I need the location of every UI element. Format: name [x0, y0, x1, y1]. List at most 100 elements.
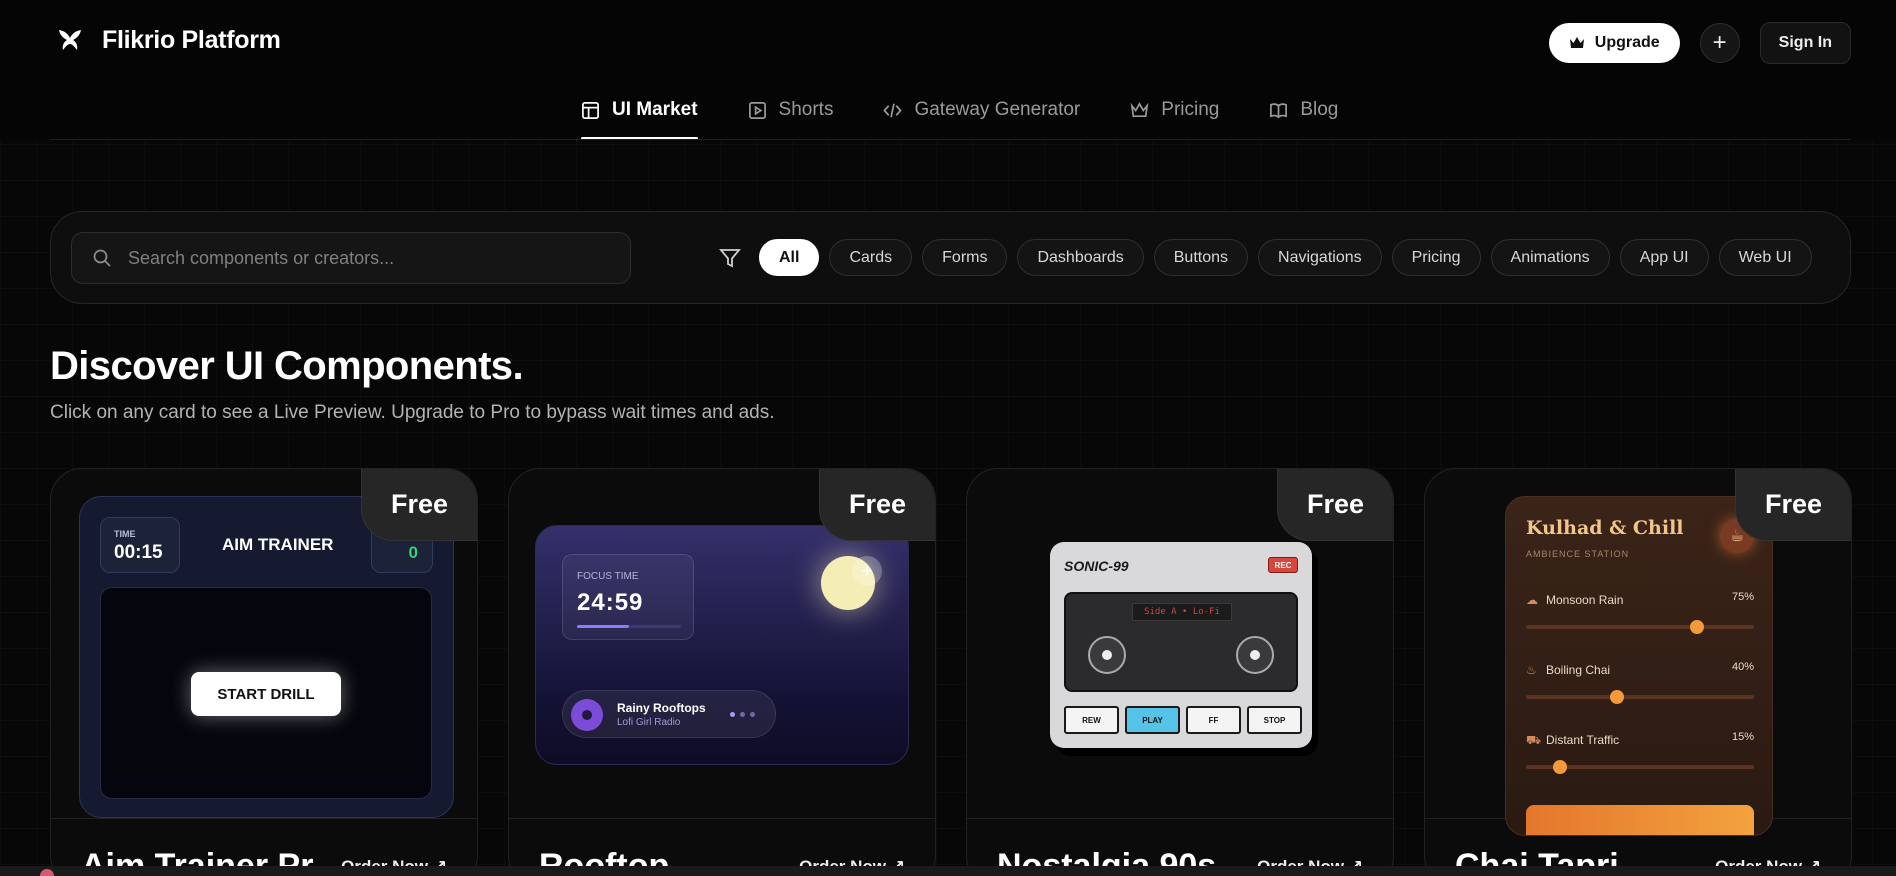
component-card-rooftop[interactable]: Free FOCUS TIME 24:59 + Rainy Rooftops L… [508, 468, 936, 876]
price-badge: Free [361, 469, 477, 541]
tab-gateway-generator[interactable]: Gateway Generator [883, 84, 1080, 140]
tab-label: Blog [1300, 99, 1339, 120]
sound-percent: 75% [1731, 591, 1754, 603]
sound-row-rain: ☁ Monsoon Rain 75% [1526, 591, 1754, 653]
sound-percent: 15% [1731, 731, 1754, 743]
layout-icon [582, 101, 599, 119]
play-button[interactable]: PLAY [1125, 706, 1180, 734]
filter-chips: All Cards Forms Dashboards Buttons Navig… [759, 239, 1812, 276]
more-dots-icon[interactable] [730, 712, 755, 717]
code-icon [883, 103, 903, 117]
tab-label: UI Market [612, 99, 698, 120]
sound-percent: 40% [1731, 661, 1754, 673]
book-icon [1270, 102, 1288, 118]
tape-label: Side A • Lo-Fi [1132, 603, 1232, 621]
tab-pricing[interactable]: Pricing [1130, 84, 1219, 140]
component-card-aim-trainer[interactable]: Free TIME 00:15 AIM TRAINER 0 START DRIL… [50, 468, 478, 876]
tab-label: Pricing [1161, 99, 1220, 120]
search-input[interactable] [128, 247, 598, 269]
slider-knob[interactable] [1610, 690, 1625, 704]
rew-button[interactable]: REW [1064, 706, 1119, 734]
brand-name: Flikrio Platform [102, 25, 281, 54]
slider-knob[interactable] [1553, 760, 1568, 774]
chip-app-ui[interactable]: App UI [1619, 239, 1709, 276]
focus-progress [577, 625, 681, 628]
slider-knob[interactable] [1690, 620, 1704, 634]
mini-player[interactable]: Rainy Rooftops Lofi Girl Radio [562, 690, 776, 738]
brand[interactable]: Flikrio Platform [54, 24, 281, 56]
focus-progress-fill [577, 625, 629, 628]
rain-icon: ☁ [1526, 593, 1538, 607]
sound-row-traffic: ⛟ Distant Traffic 15% [1526, 731, 1754, 793]
top-bar: Flikrio Platform Upgrade + Sign In [0, 0, 1896, 84]
disc-icon [571, 699, 603, 731]
add-button[interactable]: + [1699, 23, 1740, 63]
stop-button[interactable]: STOP [1247, 706, 1302, 734]
sound-name: Boiling Chai [1546, 663, 1611, 677]
search-icon [93, 249, 111, 267]
price-badge: Free [1277, 469, 1393, 541]
focus-timer-preview: FOCUS TIME 24:59 + Rainy Rooftops Lofi G… [535, 525, 909, 765]
station-subtitle: AMBIENCE STATION [1526, 549, 1630, 559]
chip-web-ui[interactable]: Web UI [1718, 239, 1812, 276]
chip-all[interactable]: All [759, 239, 820, 276]
aim-trainer-preview: TIME 00:15 AIM TRAINER 0 START DRILL [79, 496, 454, 818]
upgrade-label: Upgrade [1594, 34, 1660, 51]
volume-slider[interactable] [1526, 695, 1754, 699]
search-box [71, 232, 631, 284]
chip-navigations[interactable]: Navigations [1258, 239, 1382, 276]
sign-in-button[interactable]: Sign In [1759, 22, 1851, 64]
focus-time: 24:59 [577, 589, 644, 616]
cassette-player-preview: SONIC-99 REC Side A • Lo-Fi REW PLAY FF … [1050, 542, 1312, 748]
tab-label: Gateway Generator [914, 99, 1081, 120]
bottom-strip [0, 866, 1896, 876]
chip-forms[interactable]: Forms [922, 239, 1008, 276]
focus-label: FOCUS TIME [577, 571, 639, 582]
reel-icon [1088, 636, 1126, 674]
chip-buttons[interactable]: Buttons [1153, 239, 1249, 276]
chip-pricing[interactable]: Pricing [1391, 239, 1481, 276]
volume-slider[interactable] [1526, 625, 1754, 629]
plus-icon[interactable]: + [852, 556, 882, 586]
filter-icon[interactable] [718, 246, 742, 270]
filter-panel: All Cards Forms Dashboards Buttons Navig… [50, 211, 1851, 304]
timer-label: TIME [114, 529, 136, 539]
ambience-station-preview: Kulhad & Chill AMBIENCE STATION ☕ ☁ Mons… [1505, 496, 1773, 836]
tab-label: Shorts [778, 99, 834, 120]
brand-logo-icon [59, 30, 81, 50]
car-icon: ⛟ [1526, 733, 1542, 747]
price-badge: Free [1735, 469, 1851, 541]
play-icon [748, 101, 766, 119]
nav-tabs: UI Market Shorts Gateway Generator Prici… [581, 84, 1338, 140]
page-subtitle: Click on any card to see a Live Preview.… [50, 402, 775, 423]
sound-name: Monsoon Rain [1546, 593, 1624, 607]
main-nav: UI Market Shorts Gateway Generator Prici… [0, 84, 1896, 140]
tab-shorts[interactable]: Shorts [748, 84, 834, 140]
start-drill-button[interactable]: START DRILL [191, 672, 341, 716]
station-title: Kulhad & Chill [1526, 517, 1684, 539]
cassette-screen: Side A • Lo-Fi [1064, 592, 1298, 692]
crown-icon [1130, 101, 1149, 117]
device-name: SONIC-99 [1064, 558, 1129, 574]
ambience-cta-button[interactable] [1526, 805, 1754, 835]
ff-button[interactable]: FF [1186, 706, 1241, 734]
transport-buttons: REW PLAY FF STOP [1064, 706, 1302, 734]
tab-blog[interactable]: Blog [1269, 84, 1338, 140]
component-card-chai-tapri[interactable]: Free Kulhad & Chill AMBIENCE STATION ☕ ☁… [1424, 468, 1852, 876]
component-card-nostalgia[interactable]: Free SONIC-99 REC Side A • Lo-Fi REW PLA… [966, 468, 1394, 876]
price-badge: Free [819, 469, 935, 541]
aim-title: AIM TRAINER [222, 535, 334, 554]
song-title: Rainy Rooftops [617, 701, 706, 715]
song-artist: Lofi Girl Radio [617, 717, 681, 728]
chip-animations[interactable]: Animations [1490, 239, 1610, 276]
rec-indicator: REC [1268, 557, 1298, 573]
upgrade-button[interactable]: Upgrade [1548, 23, 1680, 63]
nav-divider [50, 139, 1851, 140]
chip-dashboards[interactable]: Dashboards [1017, 239, 1144, 276]
tab-ui-market[interactable]: UI Market [581, 84, 698, 140]
header-actions: Upgrade + Sign In [1548, 22, 1851, 64]
target-area: START DRILL [100, 587, 432, 799]
sound-name: Distant Traffic [1546, 733, 1620, 747]
reel-icon [1236, 636, 1274, 674]
chip-cards[interactable]: Cards [829, 239, 913, 276]
